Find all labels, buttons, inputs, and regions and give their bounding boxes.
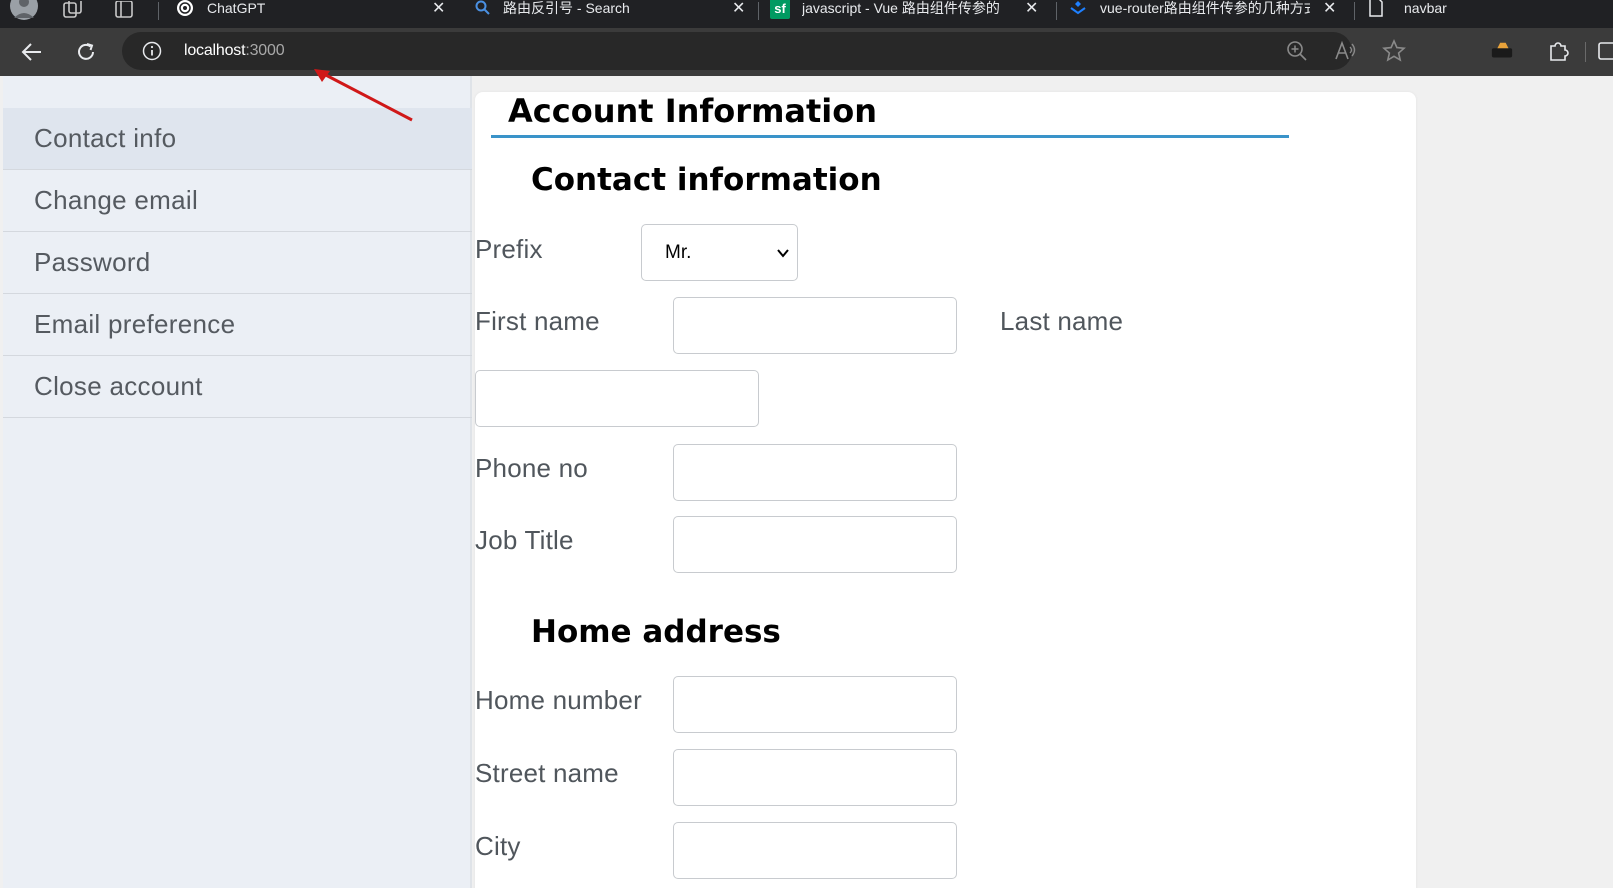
url-port: :3000 <box>245 42 285 59</box>
close-tab-icon[interactable]: ✕ <box>732 1 745 17</box>
zoom-icon[interactable] <box>1285 39 1309 63</box>
home-number-field[interactable] <box>673 676 957 733</box>
tab-title: ChatGPT <box>207 0 266 16</box>
prefix-selected-value: Mr. <box>665 242 692 263</box>
phone-field[interactable] <box>673 444 957 501</box>
sidebar-item-change-email[interactable]: Change email <box>3 170 472 232</box>
contact-section-heading: Contact information <box>531 162 882 198</box>
page-icon <box>1366 0 1386 18</box>
job-title-label: Job Title <box>475 525 574 555</box>
juejin-icon <box>1068 0 1088 18</box>
annotation-arrow-icon <box>314 69 413 122</box>
tab-separator <box>158 2 159 20</box>
street-name-field[interactable] <box>673 749 957 806</box>
prefix-label: Prefix <box>475 234 543 264</box>
tab-title: navbar <box>1404 0 1447 16</box>
read-aloud-icon[interactable] <box>1334 39 1358 63</box>
tab-title: javascript - Vue 路由组件传参的 <box>802 0 1000 16</box>
favorite-star-icon[interactable] <box>1382 39 1406 63</box>
home-number-label: Home number <box>475 685 642 715</box>
phone-label: Phone no <box>475 453 588 483</box>
split-screen-icon[interactable] <box>1597 39 1613 63</box>
street-name-label: Street name <box>475 758 619 788</box>
tab-title: vue-router路由组件传参的几种方式( <box>1100 0 1310 16</box>
page-viewport: Contact info Change email Password Email… <box>0 76 1613 888</box>
job-title-field[interactable] <box>673 516 957 573</box>
browser-toolbar: localhost:3000 <box>0 28 1613 76</box>
prefix-select[interactable]: Mr. <box>641 224 798 281</box>
site-info-icon[interactable] <box>142 41 162 61</box>
last-name-label: Last name <box>1000 306 1124 336</box>
extensions-puzzle-icon[interactable] <box>1546 39 1570 63</box>
page-title: Account Information <box>508 92 878 130</box>
tab-title: 路由反引号 - Search <box>503 0 630 16</box>
home-address-heading: Home address <box>531 614 781 650</box>
title-underline <box>491 135 1289 138</box>
first-name-label: First name <box>475 306 600 336</box>
address-bar[interactable]: localhost:3000 <box>122 32 1406 70</box>
tab-separator <box>758 2 759 20</box>
tab-segmentfault[interactable]: sf javascript - Vue 路由组件传参的 ✕ <box>770 0 1050 28</box>
city-field[interactable] <box>673 822 957 879</box>
city-label: City <box>475 831 521 861</box>
settings-sidebar: Contact info Change email Password Email… <box>3 76 472 888</box>
close-tab-icon[interactable]: ✕ <box>432 1 445 17</box>
reload-icon <box>78 43 94 60</box>
sidebar-menu: Contact info Change email Password Email… <box>3 108 472 418</box>
toolbar-divider <box>1585 42 1586 62</box>
profile-avatar-icon[interactable] <box>8 0 40 20</box>
tab-separator <box>1354 2 1355 20</box>
browser-tab-bar: ChatGPT ✕ 路由反引号 - Search ✕ sf javascript… <box>0 0 1613 28</box>
search-icon <box>473 0 493 18</box>
chatgpt-icon <box>175 0 195 18</box>
workspaces-icon[interactable] <box>60 0 84 20</box>
sidebar-item-close-account[interactable]: Close account <box>3 356 472 418</box>
sf-icon: sf <box>770 0 790 19</box>
url-host: localhost <box>184 42 246 59</box>
tab-separator <box>1056 2 1057 20</box>
url-text[interactable]: localhost:3000 <box>184 42 285 60</box>
first-name-field[interactable] <box>673 297 957 354</box>
sidebar-item-password[interactable]: Password <box>3 232 472 294</box>
tab-navbar[interactable]: navbar <box>1366 0 1606 28</box>
close-tab-icon[interactable]: ✕ <box>1323 1 1336 17</box>
extension-icon[interactable] <box>1490 39 1514 63</box>
sidebar-item-email-preference[interactable]: Email preference <box>3 294 472 356</box>
tab-chatgpt[interactable]: ChatGPT ✕ <box>175 0 455 28</box>
chevron-down-icon <box>777 249 789 258</box>
account-panel: Account Information Contact information … <box>475 92 1416 888</box>
sf-icon-text: sf <box>774 0 786 16</box>
vertical-tabs-icon[interactable] <box>112 0 136 20</box>
reload-button[interactable] <box>74 40 98 64</box>
back-button[interactable] <box>20 40 44 64</box>
tab-juejin[interactable]: vue-router路由组件传参的几种方式( ✕ <box>1068 0 1348 28</box>
last-name-field[interactable] <box>475 370 759 427</box>
back-arrow-icon <box>21 43 41 61</box>
close-tab-icon[interactable]: ✕ <box>1025 1 1038 17</box>
tab-search[interactable]: 路由反引号 - Search ✕ <box>473 0 753 28</box>
